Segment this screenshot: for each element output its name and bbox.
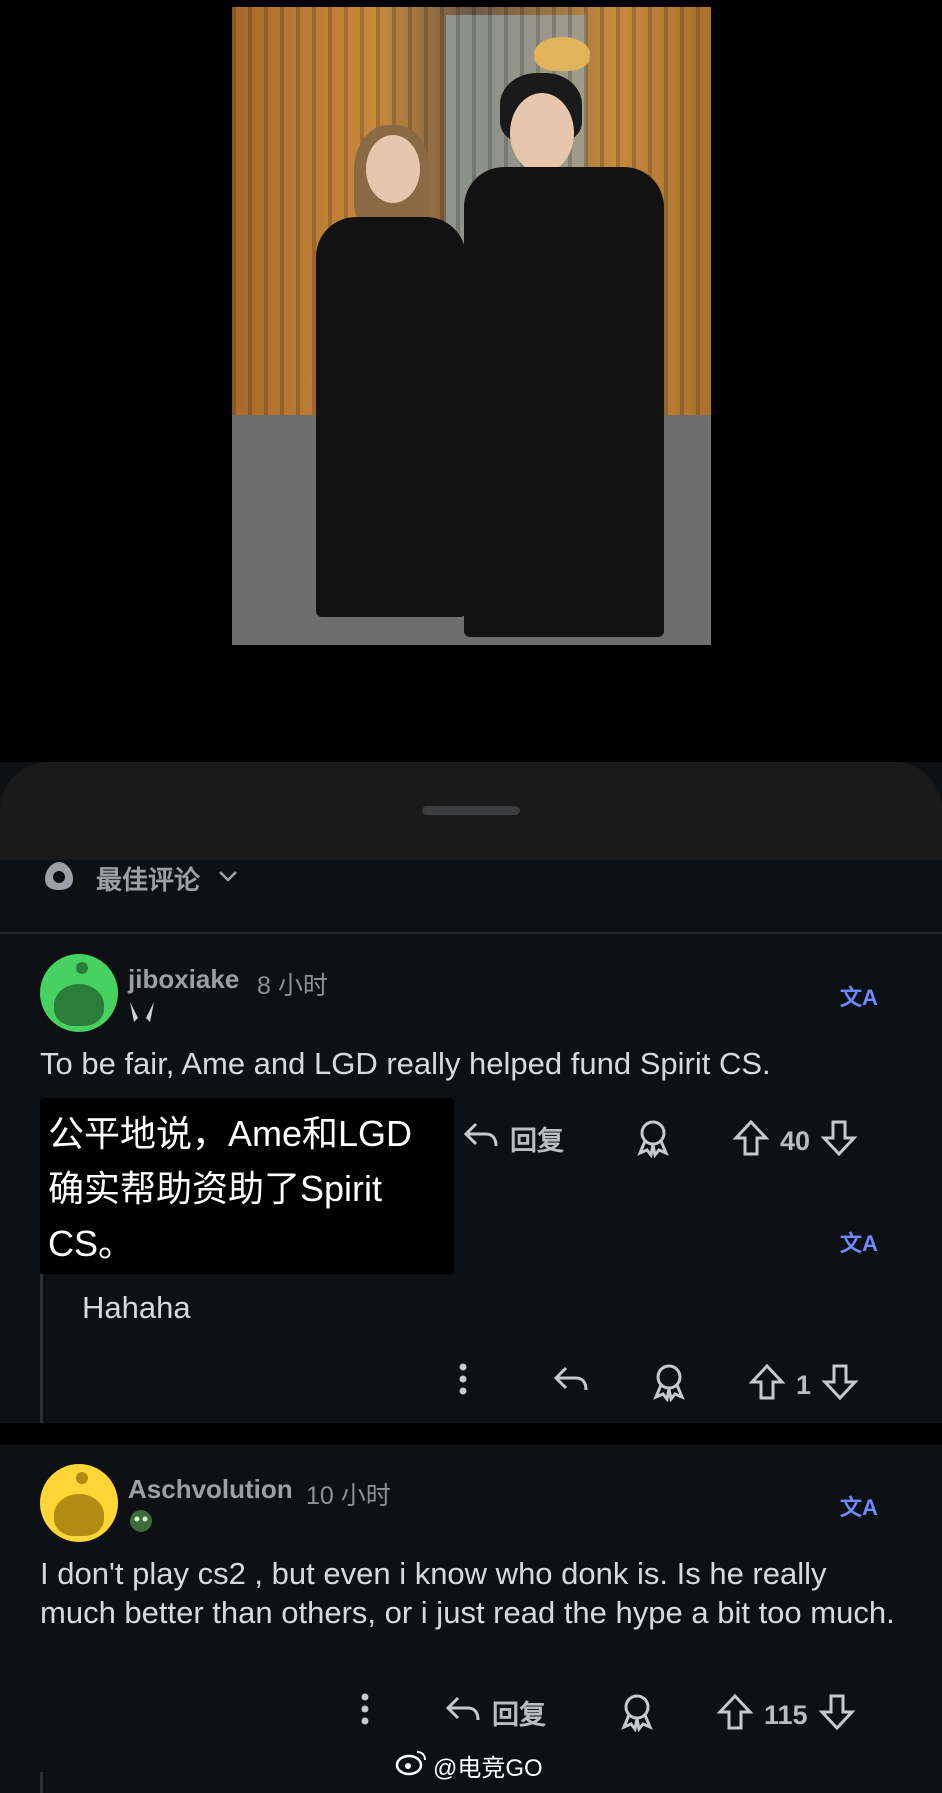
award-button[interactable] (618, 1692, 656, 1739)
image-lamp (534, 37, 590, 71)
reply-label: 回复 (510, 1126, 564, 1156)
comment-username[interactable]: jiboxiake (128, 964, 239, 995)
watermark: @电竞GO (395, 1748, 543, 1783)
translate-icon[interactable]: 文A (840, 1226, 878, 1258)
avatar-snoo (54, 1494, 104, 1536)
translate-icon[interactable]: 文A (840, 1490, 878, 1522)
sort-divider (0, 932, 942, 934)
reply-icon (444, 1692, 482, 1733)
award-icon (650, 1362, 688, 1409)
more-icon (458, 1362, 468, 1403)
award-icon (618, 1692, 656, 1739)
image-person-left (316, 217, 466, 617)
vote-count: 1 (796, 1370, 812, 1400)
vote-controls: 115 (716, 1692, 856, 1739)
downvote-icon[interactable] (818, 1692, 856, 1739)
comment-body: To be fair, Ame and LGD really helped fu… (40, 1046, 771, 1081)
avatar-snoo (54, 984, 104, 1026)
vote-controls: 1 (748, 1362, 859, 1409)
sheet-header (0, 762, 942, 860)
comment-time: 10 小时 (306, 1482, 391, 1510)
avatar-antenna (76, 962, 88, 974)
reply-button[interactable]: 回复 (462, 1118, 564, 1159)
upvote-icon[interactable] (732, 1118, 770, 1165)
award-button[interactable] (634, 1118, 672, 1165)
weibo-icon (395, 1748, 427, 1783)
image-person-right-head (510, 93, 574, 173)
sort-label: 最佳评论 (96, 864, 201, 895)
more-options-button[interactable] (458, 1362, 468, 1403)
comment-username[interactable]: Aschvolution (128, 1474, 293, 1505)
reply-icon (552, 1362, 590, 1403)
user-flair-icon (126, 1506, 156, 1542)
downvote-icon[interactable] (820, 1118, 858, 1165)
sort-icon (40, 859, 78, 898)
reply-button[interactable]: 回复 (444, 1692, 546, 1733)
comment-body: I don't play cs2 , but even i know who d… (40, 1556, 895, 1630)
award-button[interactable] (650, 1362, 688, 1409)
translation-overlay: 公平地说，Ame和LGD确实帮助资助了Spirit CS。 (40, 1098, 454, 1274)
translate-icon[interactable]: 文A (840, 980, 878, 1012)
reply-body: Hahaha (82, 1290, 191, 1325)
comments-sheet: 最佳评论 jiboxiake 8 小时 文A To be fair, Ame a… (0, 762, 942, 1793)
downvote-icon[interactable] (821, 1362, 859, 1409)
reply-icon (462, 1118, 500, 1159)
user-flair-icon (126, 996, 158, 1034)
more-options-button[interactable] (360, 1692, 370, 1733)
upvote-icon[interactable] (716, 1692, 754, 1739)
upvote-icon[interactable] (748, 1362, 786, 1409)
watermark-text: @电竞GO (433, 1755, 543, 1782)
chevron-down-icon (218, 869, 238, 888)
reply-button[interactable] (552, 1362, 590, 1403)
image-person-left-head (366, 135, 420, 203)
avatar-antenna (76, 1472, 88, 1484)
reply-label: 回复 (492, 1700, 546, 1730)
avatar[interactable] (40, 1464, 118, 1542)
thread-separator (0, 1423, 942, 1445)
award-icon (634, 1118, 672, 1165)
more-icon (360, 1692, 370, 1733)
vote-count: 115 (764, 1700, 808, 1730)
thread-line[interactable] (40, 1772, 43, 1793)
comment-time: 8 小时 (257, 972, 328, 1000)
vote-controls: 40 (732, 1118, 858, 1165)
vote-count: 40 (780, 1126, 811, 1156)
drag-handle[interactable] (422, 806, 520, 815)
image-person-right (464, 167, 664, 637)
sort-selector[interactable]: 最佳评论 (40, 854, 238, 902)
post-image[interactable] (232, 7, 711, 645)
avatar[interactable] (40, 954, 118, 1032)
thread-line[interactable] (40, 1274, 43, 1424)
